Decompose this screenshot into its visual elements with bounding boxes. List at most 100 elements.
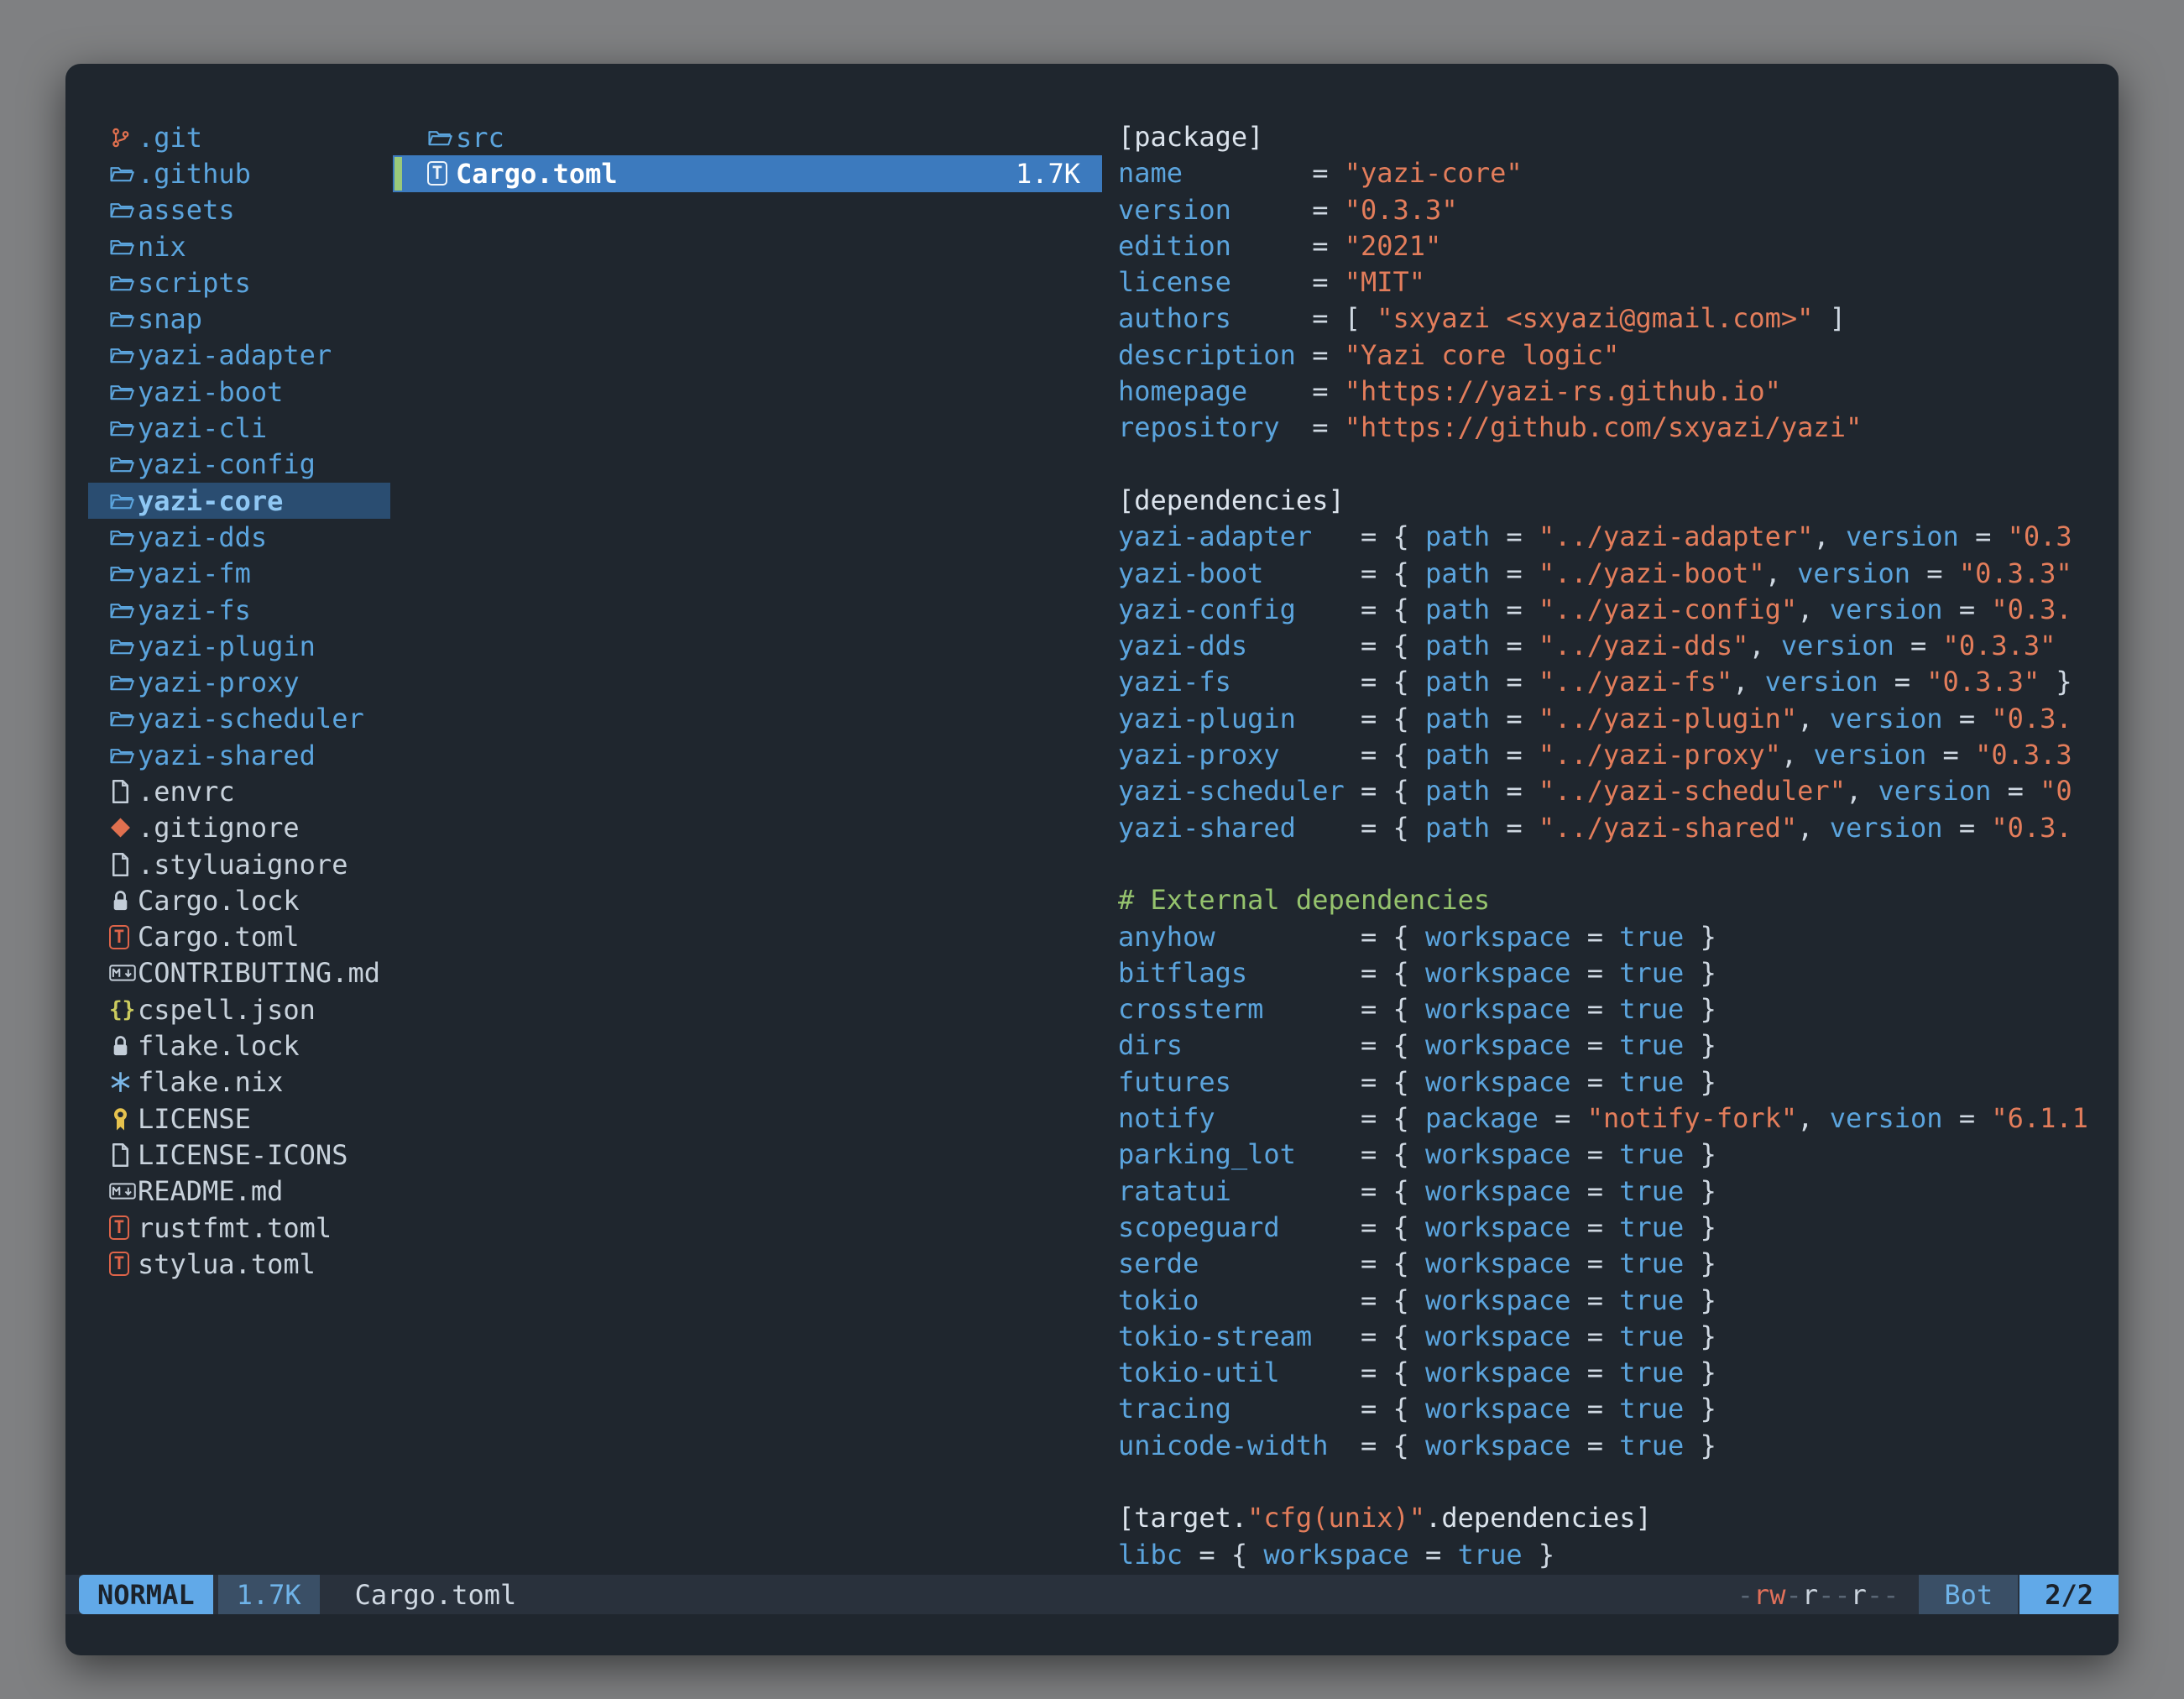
parent-pane[interactable]: .git.githubassets nix scriptssnapyazi-adap… bbox=[88, 119, 390, 1283]
toml-icon: T bbox=[109, 1252, 138, 1276]
file-row-LICENSE-ICONS[interactable]: LICENSE-ICONS bbox=[88, 1137, 390, 1173]
entry-label: .git bbox=[138, 122, 202, 154]
entry-label: yazi-proxy bbox=[138, 667, 300, 698]
dir-row-yazi-config[interactable]: yazi-config bbox=[88, 447, 390, 483]
preview-line: scopeguard = { workspace = true } bbox=[1118, 1210, 2113, 1246]
folder-icon bbox=[109, 706, 138, 731]
file-row-Cargo.toml[interactable]: TCargo.toml bbox=[88, 919, 390, 955]
folder-icon bbox=[109, 452, 138, 477]
preview-line: libc = { workspace = true } bbox=[1118, 1537, 2113, 1573]
entry-label: Cargo.toml bbox=[138, 921, 300, 953]
preview-line: yazi-scheduler = { path = "../yazi-sched… bbox=[1118, 773, 2113, 809]
braces-icon: {} bbox=[109, 997, 138, 1022]
scroll-position-badge: Bot bbox=[1919, 1575, 2018, 1614]
dir-row-yazi-adapter[interactable]: yazi-adapter bbox=[88, 337, 390, 374]
preview-line: tokio-util = { workspace = true } bbox=[1118, 1355, 2113, 1391]
file-row-CONTRIBUTING.md[interactable]: CONTRIBUTING.md bbox=[88, 955, 390, 991]
preview-line: name = "yazi-core" bbox=[1118, 155, 2113, 191]
entry-label: yazi-core bbox=[138, 485, 283, 517]
lock-icon bbox=[109, 1033, 138, 1059]
dir-row-yazi-scheduler[interactable]: yazi-scheduler bbox=[88, 701, 390, 737]
folder-icon bbox=[109, 489, 138, 514]
dir-row-yazi-boot[interactable]: yazi-boot bbox=[88, 374, 390, 410]
entry-label: .gitignore bbox=[138, 812, 300, 844]
preview-line: ratatui = { workspace = true } bbox=[1118, 1174, 2113, 1210]
toml-icon: T bbox=[109, 1215, 138, 1240]
file-row-.envrc[interactable]: .envrc bbox=[88, 773, 390, 809]
dir-row-yazi-core[interactable]: yazi-core bbox=[88, 483, 390, 519]
preview-line: parking_lot = { workspace = true } bbox=[1118, 1137, 2113, 1173]
file-row-stylua.toml[interactable]: Tstylua.toml bbox=[88, 1246, 390, 1282]
preview-line: serde = { workspace = true } bbox=[1118, 1246, 2113, 1282]
file-row-.gitignore[interactable]: .gitignore bbox=[88, 810, 390, 846]
file-permissions: -rw-r--r-- bbox=[1737, 1579, 1899, 1611]
preview-line bbox=[1118, 846, 2113, 882]
markdown-icon bbox=[109, 1179, 138, 1204]
file-icon bbox=[109, 852, 138, 877]
current-pane[interactable]: srcTCargo.toml1.7K bbox=[393, 119, 1102, 192]
file-row-README.md[interactable]: README.md bbox=[88, 1174, 390, 1210]
preview-line: license = "MIT" bbox=[1118, 264, 2113, 301]
entry-label: yazi-fm bbox=[138, 557, 251, 589]
file-row-flake.nix[interactable]: flake.nix bbox=[88, 1064, 390, 1100]
dir-row-.git[interactable]: .git bbox=[88, 119, 390, 155]
status-left-group: NORMAL 1.7K Cargo.toml bbox=[65, 1575, 516, 1614]
preview-line bbox=[1118, 1464, 2113, 1500]
folder-icon bbox=[109, 525, 138, 550]
preview-line: yazi-plugin = { path = "../yazi-plugin",… bbox=[1118, 701, 2113, 737]
dir-row-yazi-plugin[interactable]: yazi-plugin bbox=[88, 628, 390, 664]
file-row-rustfmt.toml[interactable]: Trustfmt.toml bbox=[88, 1210, 390, 1246]
entry-label: assets bbox=[138, 194, 235, 226]
entry-label: .styluaignore bbox=[138, 849, 347, 881]
entry-label: scripts bbox=[138, 267, 251, 299]
folder-icon bbox=[109, 270, 138, 295]
diamond-icon bbox=[109, 815, 138, 840]
preview-line: tracing = { workspace = true } bbox=[1118, 1391, 2113, 1427]
dir-row-yazi-fs[interactable]: yazi-fs bbox=[88, 592, 390, 628]
preview-line: dirs = { workspace = true } bbox=[1118, 1027, 2113, 1064]
entry-size: 1.7K bbox=[1016, 158, 1102, 190]
preview-line: homepage = "https://yazi-rs.github.io" bbox=[1118, 374, 2113, 410]
preview-line: # External dependencies bbox=[1118, 882, 2113, 918]
entry-label: .envrc bbox=[138, 776, 235, 808]
file-row-cspell.json[interactable]: {}cspell.json bbox=[88, 991, 390, 1027]
entry-label: yazi-boot bbox=[138, 376, 283, 408]
preview-line: description = "Yazi core logic" bbox=[1118, 337, 2113, 374]
preview-pane[interactable]: [package]name = "yazi-core"version = "0.… bbox=[1118, 119, 2113, 1573]
file-row-LICENSE[interactable]: LICENSE bbox=[88, 1100, 390, 1137]
dir-row-scripts[interactable]: scripts bbox=[88, 264, 390, 301]
file-row-Cargo.lock[interactable]: Cargo.lock bbox=[88, 882, 390, 918]
preview-line: anyhow = { workspace = true } bbox=[1118, 919, 2113, 955]
preview-line: yazi-adapter = { path = "../yazi-adapter… bbox=[1118, 519, 2113, 555]
dir-row-yazi-cli[interactable]: yazi-cli bbox=[88, 410, 390, 446]
entry-label: nix bbox=[138, 231, 186, 263]
preview-line: notify = { package = "notify-fork", vers… bbox=[1118, 1100, 2113, 1137]
entry-label: README.md bbox=[138, 1175, 283, 1207]
dir-row-yazi-shared[interactable]: yazi-shared bbox=[88, 737, 390, 773]
file-row-.styluaignore[interactable]: .styluaignore bbox=[88, 846, 390, 882]
status-filename: Cargo.toml bbox=[355, 1579, 517, 1611]
dir-row-snap[interactable]: snap bbox=[88, 301, 390, 337]
preview-line: unicode-width = { workspace = true } bbox=[1118, 1428, 2113, 1464]
dir-row-yazi-fm[interactable]: yazi-fm bbox=[88, 556, 390, 592]
folder-icon bbox=[109, 306, 138, 332]
folder-icon bbox=[109, 379, 138, 405]
git-icon bbox=[109, 125, 138, 150]
file-row-flake.lock[interactable]: flake.lock bbox=[88, 1027, 390, 1064]
entry-label: Cargo.lock bbox=[138, 885, 300, 917]
entry-label: yazi-config bbox=[138, 448, 316, 480]
folder-icon bbox=[109, 234, 138, 259]
dir-row-assets[interactable]: assets bbox=[88, 192, 390, 228]
toml-icon: T bbox=[109, 925, 138, 949]
dir-row-yazi-dds[interactable]: yazi-dds bbox=[88, 519, 390, 555]
entry-label: yazi-shared bbox=[138, 740, 316, 771]
folder-icon bbox=[109, 743, 138, 768]
dir-row-nix[interactable]: nix bbox=[88, 228, 390, 264]
dir-row-src[interactable]: src bbox=[393, 119, 1102, 155]
dir-row-yazi-proxy[interactable]: yazi-proxy bbox=[88, 664, 390, 700]
dir-row-.github[interactable]: .github bbox=[88, 155, 390, 191]
preview-line: yazi-boot = { path = "../yazi-boot", ver… bbox=[1118, 556, 2113, 592]
folder-icon bbox=[109, 342, 138, 368]
preview-line: yazi-config = { path = "../yazi-config",… bbox=[1118, 592, 2113, 628]
file-row-Cargo.toml[interactable]: TCargo.toml1.7K bbox=[393, 155, 1102, 191]
